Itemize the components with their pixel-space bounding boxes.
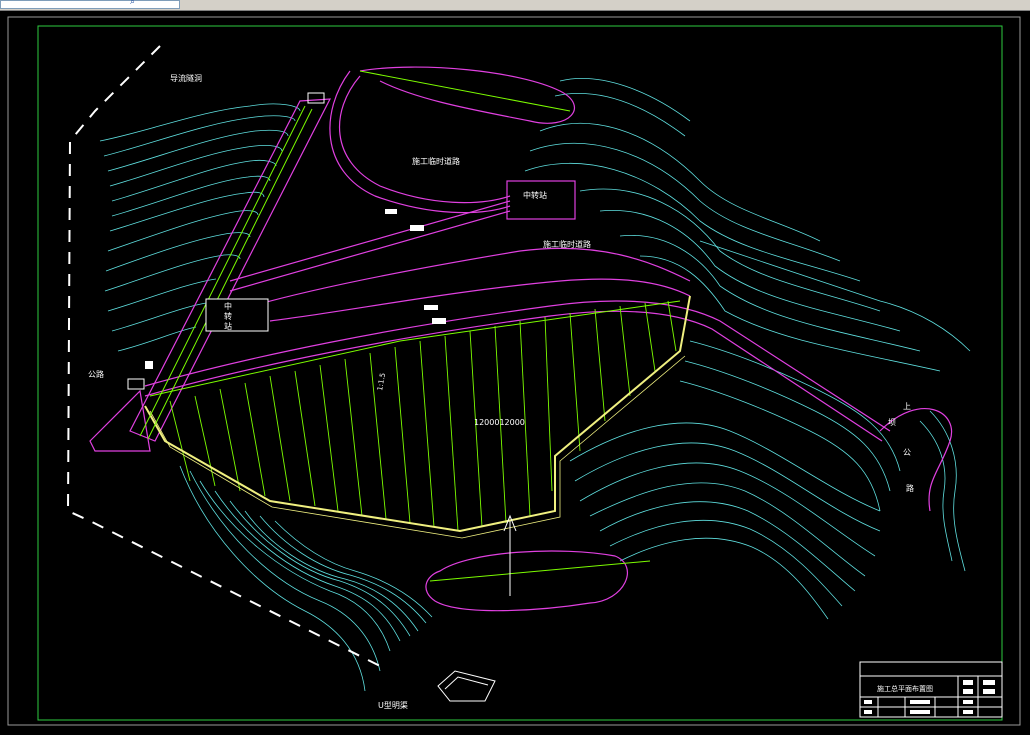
- flow-arrow: [503, 514, 517, 596]
- dam-outline: [144, 295, 691, 539]
- drawing-frame: [37, 25, 1003, 721]
- label-transfer-station-left-2: 转: [224, 311, 232, 321]
- label-road-left: 公路: [88, 369, 104, 379]
- label-dam-crest: 1200012000: [474, 418, 525, 427]
- label-upper-dam-road-3: 公: [903, 448, 911, 457]
- transfer-station-top-box: [506, 180, 576, 220]
- label-slope: 1:1.5: [376, 372, 387, 391]
- title-block-title: 施工总平面布置图: [877, 684, 933, 693]
- label-upper-dam-road-2: 坝: [888, 418, 896, 427]
- cad-drawing-svg: 导流隧洞 公路 施工临时道路 施工临时道路 中转站 中 转 站 上 坝 公 路 …: [7, 16, 1021, 726]
- label-transfer-station-top: 中转站: [523, 190, 547, 200]
- address-field[interactable]: [0, 0, 180, 9]
- cad-drawing-canvas[interactable]: 导流隧洞 公路 施工临时道路 施工临时道路 中转站 中 转 站 上 坝 公 路 …: [0, 11, 1030, 731]
- label-upper-dam-road-4: 路: [906, 483, 914, 493]
- tunnel-outlet-box: [127, 378, 145, 390]
- toolbar: ⌕: [0, 0, 1030, 11]
- contours-top-right: [524, 78, 971, 372]
- tunnel-inlet-box: [307, 92, 325, 104]
- structure-markers: [145, 209, 446, 369]
- u-channel-shape: [437, 670, 496, 702]
- outer-sheet-border: [7, 16, 1021, 726]
- label-transfer-station-left-1: 中: [224, 301, 232, 311]
- label-temp-road-1: 施工临时道路: [412, 156, 460, 166]
- contours-right-lower: [569, 340, 966, 620]
- search-icon[interactable]: ⌕: [130, 0, 135, 7]
- contours-left-hill: [99, 103, 301, 352]
- transfer-station-left-box: [205, 298, 269, 332]
- label-transfer-station-left-3: 站: [224, 321, 232, 331]
- contours-bottom-left: [179, 465, 433, 692]
- label-temp-road-2: 施工临时道路: [543, 239, 591, 249]
- label-diversion-tunnel: 导流隧洞: [170, 73, 202, 83]
- label-upper-dam-road-1: 上: [903, 402, 911, 411]
- label-u-channel: U型明渠: [378, 700, 408, 710]
